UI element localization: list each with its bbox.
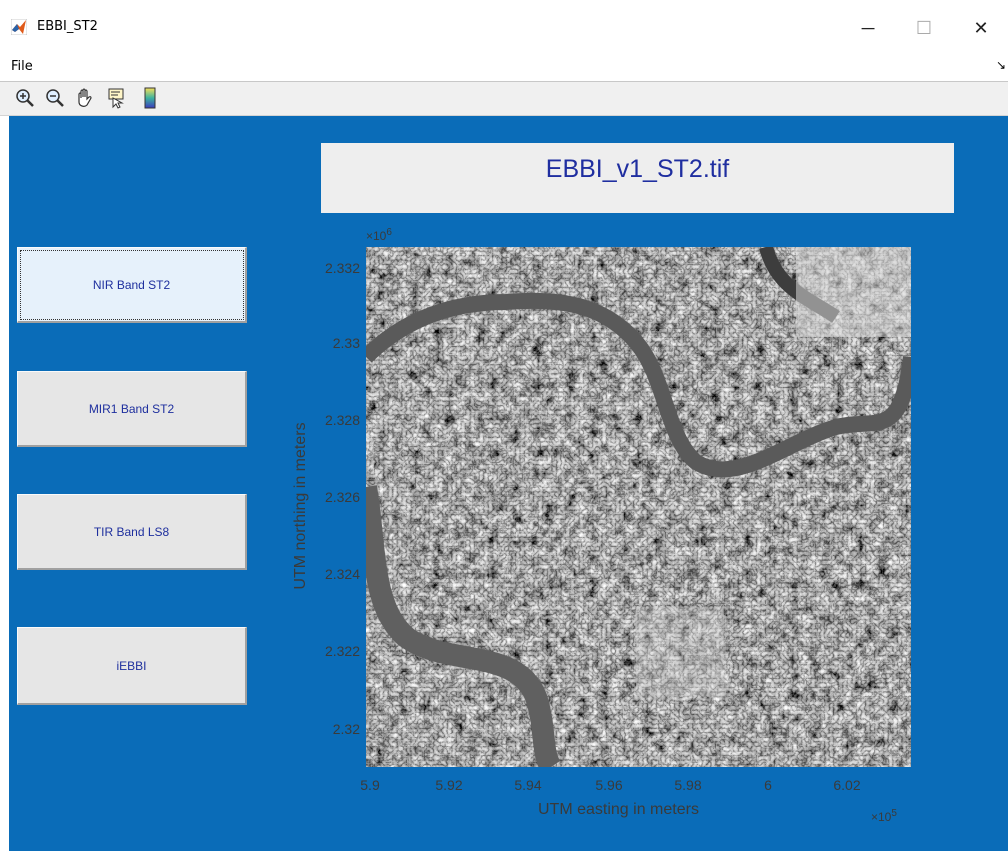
- x-tick-label: 5.9: [360, 777, 380, 793]
- matlab-app-icon: [11, 19, 27, 35]
- iebbi-button[interactable]: iEBBI: [17, 627, 247, 705]
- mir1-band-button-label: MIR1 Band ST2: [88, 401, 175, 416]
- x-tick-label: 6: [764, 777, 772, 793]
- window-title: EBBI_ST2: [37, 19, 98, 34]
- colorbar-icon[interactable]: [138, 86, 162, 110]
- minimize-icon: ─: [861, 17, 875, 38]
- image-title: EBBI_v1_ST2.tif: [545, 155, 730, 183]
- y-tick-label: 2.324: [324, 566, 360, 582]
- x-tick-label: 5.94: [514, 777, 542, 793]
- pan-icon[interactable]: [73, 86, 97, 110]
- x-tick-label: 6.02: [833, 777, 861, 793]
- x-tick-label: 5.96: [595, 777, 623, 793]
- satellite-image-axes[interactable]: [366, 247, 911, 767]
- x-axis-label: UTM easting in meters: [538, 801, 699, 818]
- zoom-out-icon[interactable]: [43, 86, 67, 110]
- menubar: File ↘: [0, 54, 1008, 82]
- image-title-panel: EBBI_v1_ST2.tif: [321, 143, 954, 213]
- toolbar: [0, 82, 1008, 116]
- y-tick-label: 2.328: [324, 412, 360, 428]
- close-button[interactable]: ✕: [958, 10, 1004, 46]
- tir-band-button-label: TIR Band LS8: [93, 524, 170, 539]
- y-exponent-label: ×106: [366, 227, 392, 243]
- window-titlebar: EBBI_ST2 ─ ☐ ✕: [0, 0, 1008, 54]
- x-tick-label: 5.92: [435, 777, 463, 793]
- tir-band-button[interactable]: TIR Band LS8: [17, 494, 247, 570]
- grayscale-satellite-image-icon: [366, 247, 911, 767]
- y-exponent-power: 6: [386, 227, 392, 238]
- y-tick-label: 2.322: [324, 643, 360, 659]
- maximize-button[interactable]: ☐: [901, 10, 947, 46]
- minimize-button[interactable]: ─: [845, 10, 891, 46]
- x-tick-label: 5.98: [674, 777, 702, 793]
- y-tick-label: 2.33: [332, 335, 360, 351]
- data-cursor-icon[interactable]: [105, 86, 129, 110]
- mir1-band-button[interactable]: MIR1 Band ST2: [17, 371, 247, 447]
- menu-file[interactable]: File: [11, 59, 33, 74]
- iebbi-button-label: iEBBI: [116, 658, 147, 673]
- zoom-in-icon[interactable]: [13, 86, 37, 110]
- close-icon: ✕: [973, 17, 989, 38]
- y-tick-label: 2.332: [324, 260, 360, 276]
- y-tick-label: 2.32: [332, 721, 360, 737]
- y-axis-label: UTM northing in meters: [292, 422, 309, 590]
- maximize-icon: ☐: [915, 17, 933, 38]
- nir-band-button-label: NIR Band ST2: [92, 277, 171, 292]
- menubar-overflow-icon[interactable]: ↘: [996, 58, 1006, 72]
- y-tick-label: 2.326: [324, 489, 360, 505]
- nir-band-button[interactable]: NIR Band ST2: [17, 247, 247, 323]
- x-exponent-power: 5: [891, 808, 897, 819]
- x-exponent-label: ×105: [871, 808, 897, 824]
